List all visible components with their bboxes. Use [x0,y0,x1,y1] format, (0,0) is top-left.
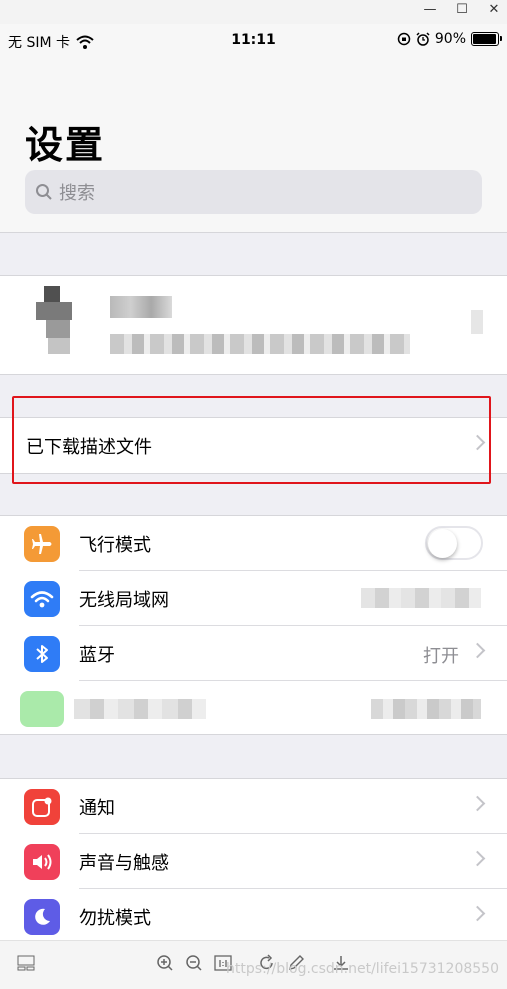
search-input[interactable]: 搜索 [25,170,482,214]
connectivity-group: 飞行模式 无线局域网 蓝牙 打开 [0,515,507,735]
chevron-right-icon [469,850,486,867]
battery-icon [471,32,502,46]
airplane-icon [24,526,60,562]
thumbnail-icon[interactable] [16,953,36,973]
profile-subtitle-blur [110,334,410,354]
settings-header: 设置 搜索 [0,56,507,233]
avatar [36,286,80,358]
bluetooth-status: 打开 [423,646,459,667]
bluetooth-icon [24,636,60,672]
notifications-label: 通知 [79,798,115,819]
airplane-mode-label: 飞行模式 [79,535,151,556]
sounds-label: 声音与触感 [79,853,169,874]
chevron-right-icon [469,905,486,922]
battery-percent: 90% [434,31,466,47]
search-icon [36,184,52,200]
maximize-button[interactable]: ☐ [455,2,469,17]
profile-chevron-blur [471,310,483,334]
moon-icon [24,899,60,935]
cellular-value-blur [371,699,481,719]
status-bar: 无 SIM 卡 11:11 90% [0,24,507,56]
zoom-in-icon[interactable] [155,953,175,973]
chevron-right-icon [469,795,486,812]
bluetooth-row[interactable]: 蓝牙 打开 [0,626,507,681]
minimize-button[interactable]: — [423,2,437,17]
wifi-label: 无线局域网 [79,590,169,611]
cellular-label-blur [74,699,206,719]
apple-id-card[interactable] [0,275,507,375]
do-not-disturb-row[interactable]: 勿扰模式 [0,889,507,944]
highlight-box [12,396,491,484]
bluetooth-label: 蓝牙 [79,645,115,666]
rotation-lock-icon [397,32,411,46]
do-not-disturb-label: 勿扰模式 [79,908,151,929]
close-button[interactable]: ✕ [487,2,501,17]
wifi-row[interactable]: 无线局域网 [0,571,507,626]
profile-name-blur [110,296,172,318]
search-placeholder: 搜索 [59,183,95,204]
notification-icon [24,789,60,825]
airplane-mode-toggle[interactable] [425,526,483,560]
alarm-icon [416,32,430,46]
wifi-network-blur [361,588,481,608]
system-group: 通知 声音与触感 勿扰模式 [0,778,507,950]
chevron-right-icon [469,642,486,659]
viewer-toolbar: https://blog.csdn.net/lifei15731208550 [0,940,507,989]
watermark: https://blog.csdn.net/lifei15731208550 [226,961,499,977]
airplane-mode-row: 飞行模式 [0,516,507,571]
sounds-row[interactable]: 声音与触感 [0,834,507,889]
zoom-out-icon[interactable] [184,953,204,973]
cellular-icon [20,691,64,727]
wifi-icon [24,581,60,617]
page-title: 设置 [25,123,106,167]
sound-icon [24,844,60,880]
notifications-row[interactable]: 通知 [0,779,507,834]
window-titlebar: — ☐ ✕ [0,0,507,24]
cellular-row[interactable] [0,681,507,736]
